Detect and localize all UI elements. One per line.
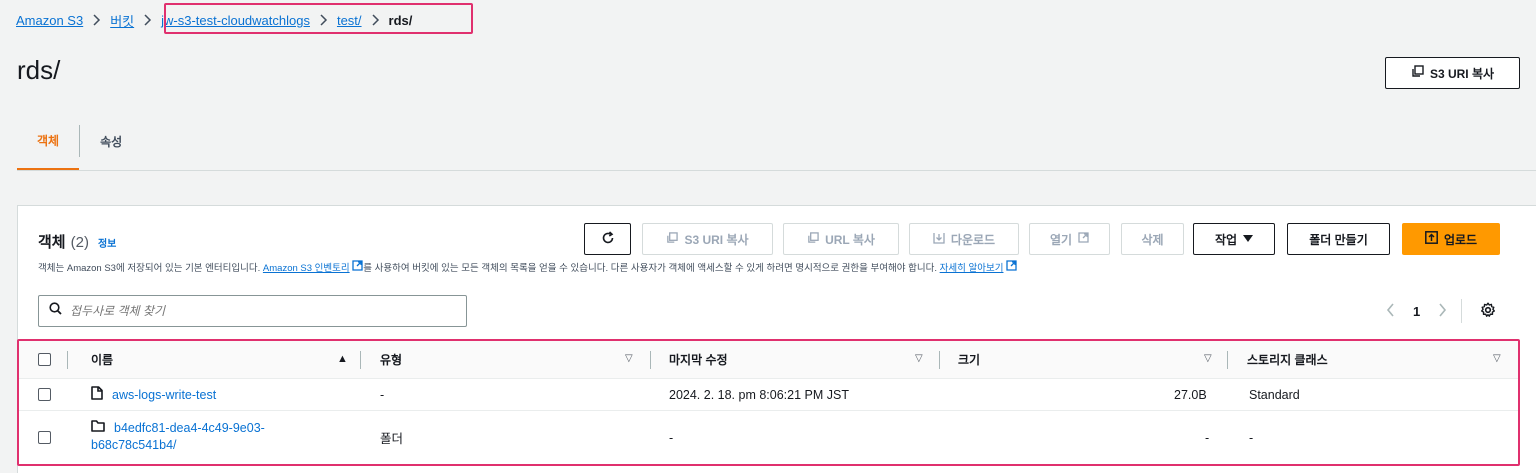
copy-s3-uri-toolbar-label: S3 URI 복사 (684, 232, 749, 247)
column-divider (360, 351, 361, 369)
file-icon (91, 386, 103, 403)
object-type: - (380, 387, 385, 402)
description-text: 객체는 Amazon S3에 저장되어 있는 기본 엔터티입니다. (38, 263, 263, 274)
download-label: 다운로드 (950, 232, 996, 247)
search-box[interactable] (38, 295, 467, 327)
objects-title: 객체 (38, 234, 66, 251)
learn-more-link[interactable]: 자세히 알아보기 (940, 263, 1004, 274)
column-divider (1227, 351, 1228, 369)
table-header: 이름 ▲ 유형 ▽ 마지막 수정 ▽ 크기 ▽ 스토리지 클래스 ▽ (19, 341, 1518, 379)
breadcrumb-amazon-s3[interactable]: Amazon S3 (16, 13, 83, 28)
objects-header: 객체 (2) 정보 (38, 231, 116, 252)
pager-divider (1461, 299, 1463, 323)
copy-url-button[interactable]: URL 복사 (783, 223, 899, 255)
sort-icon[interactable]: ▽ (915, 353, 923, 364)
chevron-right-icon (92, 14, 101, 26)
create-folder-button[interactable]: 폴더 만들기 (1287, 223, 1390, 255)
copy-s3-uri-label: S3 URI 복사 (1429, 66, 1495, 81)
open-label: 열기 (1049, 232, 1073, 247)
copy-icon (807, 231, 819, 247)
actions-dropdown[interactable]: 작업 (1193, 223, 1275, 255)
page-number[interactable]: 1 (1413, 304, 1420, 319)
object-type: 폴더 (380, 432, 404, 446)
column-divider (650, 351, 651, 369)
sort-icon[interactable]: ▽ (625, 353, 633, 364)
chevron-right-icon (143, 14, 152, 26)
breadcrumb-buckets[interactable]: 버킷 (110, 11, 134, 30)
folder-name-link[interactable]: b4edfc81-dea4-4c49-9e03- (114, 421, 265, 435)
folder-name-link-line2[interactable]: b68c78c541b4/ (91, 438, 177, 452)
actions-label: 작업 (1214, 232, 1238, 247)
page-title: rds/ (17, 55, 61, 85)
download-button[interactable]: 다운로드 (909, 223, 1019, 255)
sort-ascending-icon[interactable]: ▲ (337, 353, 348, 365)
column-header-last-modified[interactable]: 마지막 수정 (669, 341, 728, 378)
object-storage-class: - (1249, 430, 1254, 445)
copy-s3-uri-toolbar-button[interactable]: S3 URI 복사 (642, 223, 773, 255)
column-header-name[interactable]: 이름 (91, 341, 113, 378)
object-last-modified: - (669, 430, 674, 445)
delete-label: 삭제 (1141, 232, 1164, 247)
object-storage-class: Standard (1249, 387, 1300, 402)
objects-description: 객체는 Amazon S3에 저장되어 있는 기본 엔터티입니다. Amazon… (38, 260, 1017, 274)
table-row[interactable]: aws-logs-write-test - 2024. 2. 18. pm 8:… (19, 379, 1518, 411)
objects-count: (2) (70, 234, 89, 251)
next-page-icon[interactable] (1438, 301, 1447, 322)
create-folder-label: 폴더 만들기 (1309, 232, 1368, 247)
open-button[interactable]: 열기 (1029, 223, 1110, 255)
delete-button[interactable]: 삭제 (1121, 223, 1184, 255)
refresh-button[interactable] (584, 223, 631, 255)
description-text: 를 사용하여 버킷에 있는 모든 객체의 목록을 얻을 수 있습니다. 다른 사… (363, 263, 940, 274)
object-size: - (1205, 430, 1210, 445)
object-size: 27.0B (1174, 387, 1207, 402)
copy-icon (1411, 65, 1424, 81)
table-row[interactable]: b4edfc81-dea4-4c49-9e03- b68c78c541b4/ 폴… (19, 411, 1518, 464)
column-header-type[interactable]: 유형 (380, 341, 402, 378)
prev-page-icon[interactable] (1386, 301, 1395, 322)
tabs-underline (17, 170, 1536, 171)
sort-icon[interactable]: ▽ (1493, 353, 1501, 364)
column-header-size[interactable]: 크기 (958, 341, 980, 378)
sort-icon[interactable]: ▽ (1204, 353, 1212, 364)
row-checkbox[interactable] (38, 379, 51, 410)
upload-icon (1424, 231, 1438, 247)
upload-label: 업로드 (1443, 232, 1478, 247)
tab-objects[interactable]: 객체 (17, 125, 80, 171)
refresh-icon (601, 230, 615, 248)
object-name-link[interactable]: aws-logs-write-test (112, 388, 216, 402)
download-icon (933, 232, 945, 247)
column-divider (939, 351, 940, 369)
external-link-icon (1078, 232, 1089, 246)
copy-url-label: URL 복사 (825, 232, 875, 247)
tab-properties[interactable]: 속성 (80, 125, 142, 157)
select-all-checkbox[interactable] (38, 341, 51, 378)
folder-icon (91, 420, 105, 435)
copy-icon (666, 231, 679, 247)
gear-icon[interactable] (1480, 302, 1496, 321)
column-divider (67, 351, 68, 369)
search-input[interactable] (70, 304, 450, 318)
pagination: 1 (1386, 295, 1496, 327)
column-header-storage-class[interactable]: 스토리지 클래스 (1247, 341, 1328, 378)
search-icon (49, 302, 62, 320)
object-name-cell: b4edfc81-dea4-4c49-9e03- b68c78c541b4/ (91, 411, 265, 464)
object-name-cell: aws-logs-write-test (91, 379, 216, 410)
tabs: 객체 속성 (17, 125, 142, 171)
external-link-icon (352, 260, 363, 274)
upload-button[interactable]: 업로드 (1402, 223, 1500, 255)
object-last-modified: 2024. 2. 18. pm 8:06:21 PM JST (669, 387, 849, 402)
info-link[interactable]: 정보 (98, 235, 116, 250)
inventory-link[interactable]: Amazon S3 인벤토리 (263, 263, 350, 274)
caret-down-icon (1243, 232, 1254, 246)
copy-s3-uri-button[interactable]: S3 URI 복사 (1385, 57, 1520, 89)
breadcrumb-highlight-box (164, 3, 473, 34)
external-link-icon (1006, 260, 1017, 274)
row-checkbox[interactable] (38, 411, 51, 464)
